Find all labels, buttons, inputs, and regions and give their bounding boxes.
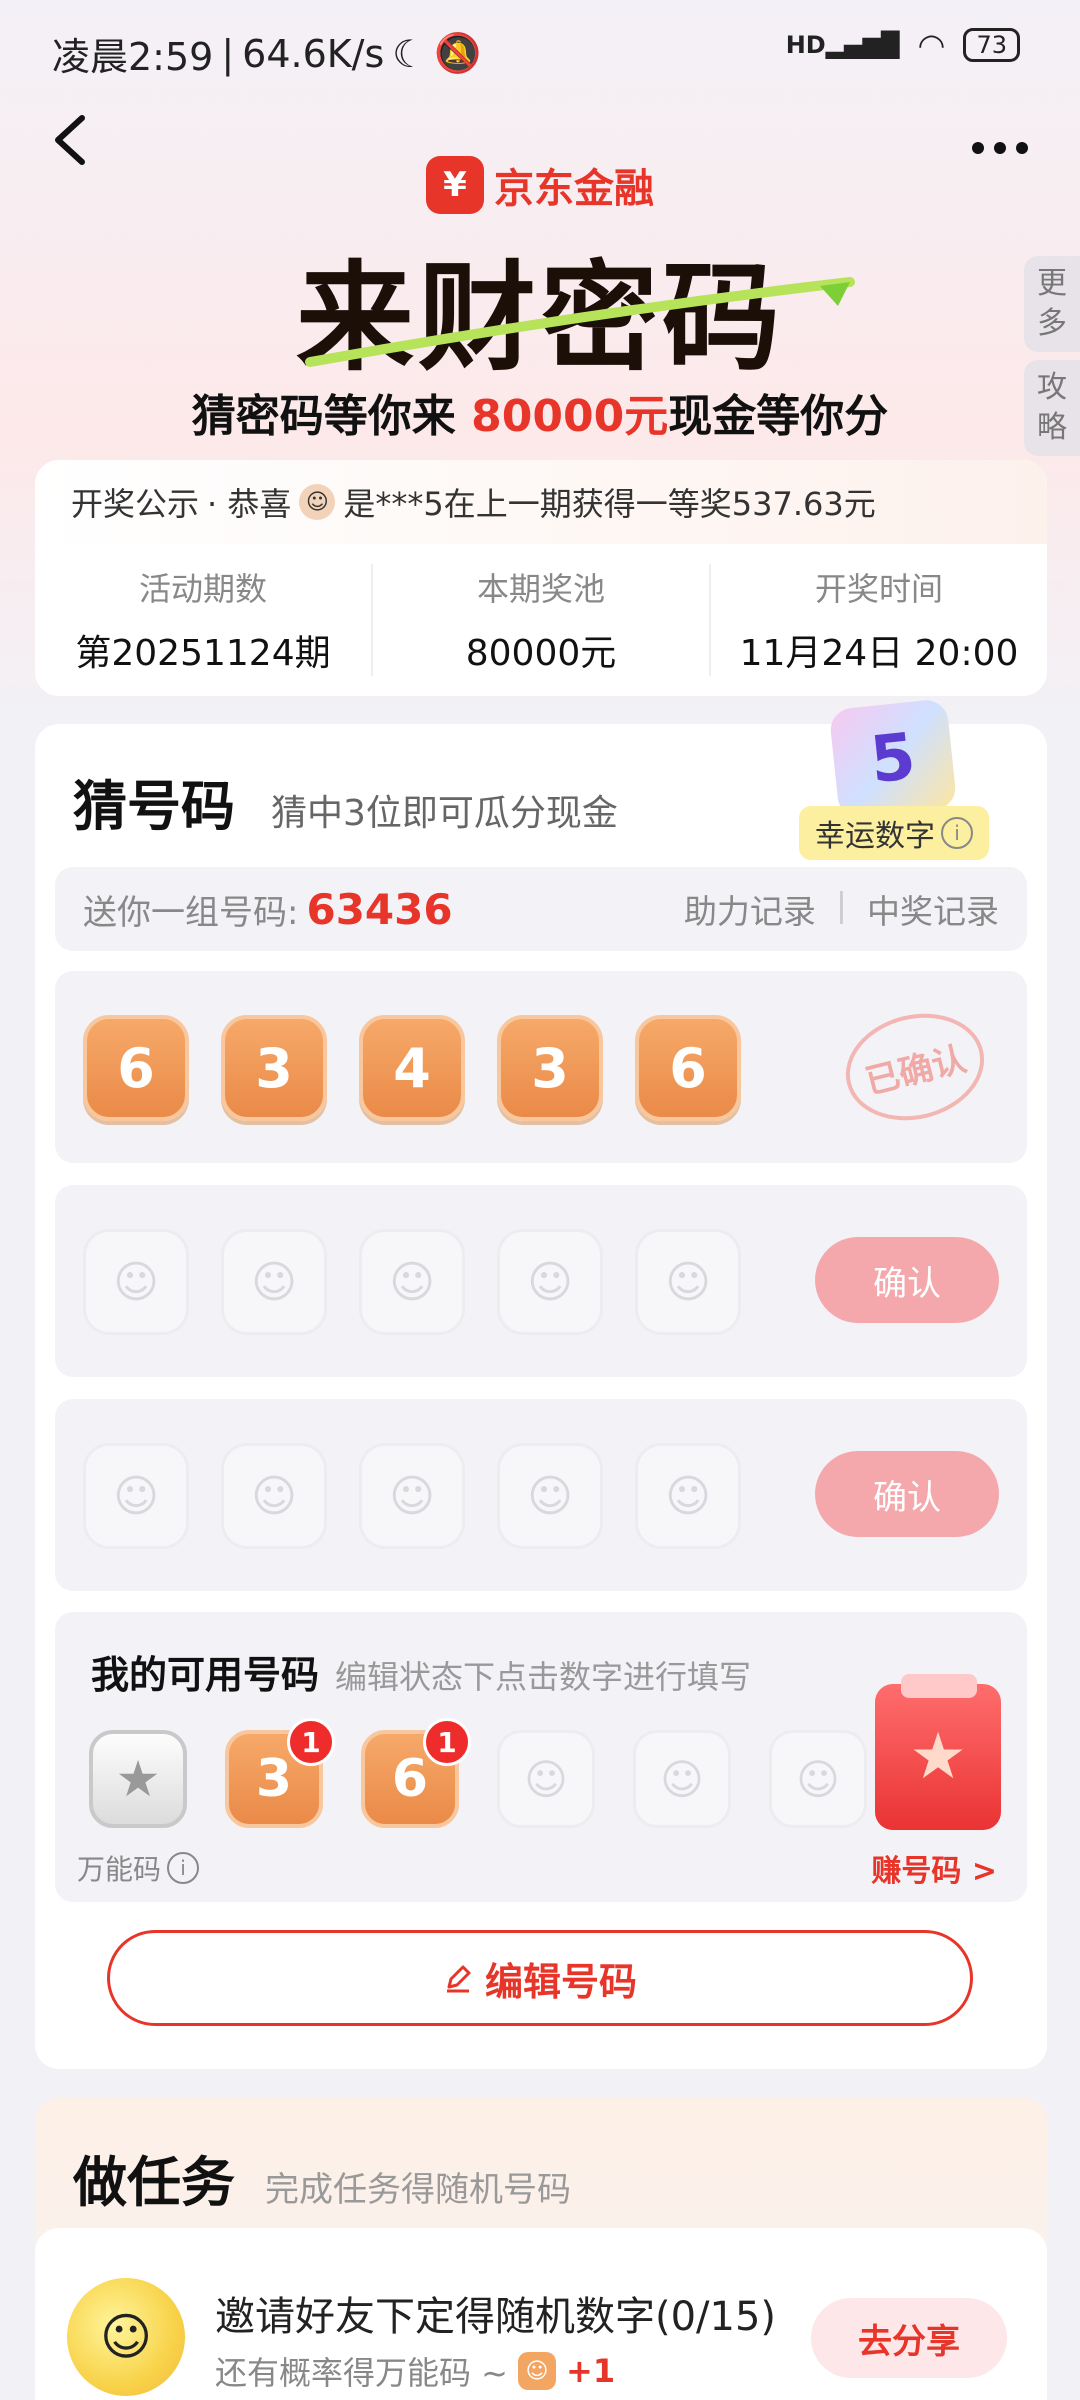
- empty-slot-smiley-icon: ☺: [497, 1730, 595, 1828]
- lucky-number[interactable]: 5 幸运数字 i: [799, 698, 999, 864]
- notice-label: 开奖公示: [71, 485, 200, 523]
- lucky-number-value: 5: [828, 698, 958, 820]
- digit-tile[interactable]: 3: [497, 1015, 603, 1121]
- info-icon[interactable]: i: [941, 817, 973, 849]
- task-item: ☺ 邀请好友下定得随机数字(0/15) 还有概率得万能码 ~ ☺ +1 去分享: [35, 2228, 1047, 2400]
- pencil-icon: [446, 1965, 471, 1993]
- empty-slot-smiley-icon[interactable]: ☺: [635, 1443, 741, 1549]
- avatar: ☺: [299, 484, 336, 520]
- moon-icon: ☾: [392, 31, 427, 76]
- task-subtitle: 完成任务得随机号码: [265, 2170, 571, 2210]
- confirm-button[interactable]: 确认: [815, 1451, 999, 1537]
- digit-tile[interactable]: 4: [359, 1015, 465, 1121]
- status-right: HD▂▄▆█ ◠ 73: [786, 26, 1020, 64]
- confirm-button[interactable]: 确认: [815, 1237, 999, 1323]
- lottery-info-card: 开奖公示 · 恭喜 ☺ 是***5在上一期获得一等奖537.63元 活动期数 第…: [35, 460, 1047, 696]
- side-tab-guide[interactable]: 攻略: [1024, 360, 1080, 456]
- guess-subtitle: 猜中3位即可瓜分现金: [271, 793, 618, 834]
- digit-tile[interactable]: 6: [83, 1015, 189, 1121]
- empty-slot-smiley-icon[interactable]: ☺: [83, 1229, 189, 1335]
- task-name: 邀请好友下定得随机数字(0/15): [215, 2294, 777, 2340]
- empty-slot-smiley-icon[interactable]: ☺: [359, 1229, 465, 1335]
- record-links: 助力记录 | 中奖记录: [683, 885, 999, 933]
- guess-row-2: ☺ ☺ ☺ ☺ ☺ 确认: [55, 1185, 1027, 1377]
- digit-tiles: 6 3 4 3 6: [83, 1015, 741, 1121]
- jd-logo-icon: ¥: [426, 156, 484, 214]
- smiley-icon: ☺: [67, 2278, 185, 2396]
- empty-slot-smiley-icon[interactable]: ☺: [221, 1443, 327, 1549]
- guess-title: 猜号码: [73, 777, 235, 837]
- available-header: 我的可用号码 编辑状态下点击数字进行填写: [91, 1644, 751, 1699]
- empty-slot-smiley-icon[interactable]: ☺: [497, 1229, 603, 1335]
- winner-notice[interactable]: 开奖公示 · 恭喜 ☺ 是***5在上一期获得一等奖537.63元: [35, 460, 1047, 544]
- mini-tile-icon: ☺: [518, 2352, 556, 2390]
- brand: ¥ 京东金融: [0, 156, 1080, 214]
- info-icon[interactable]: i: [167, 1852, 200, 1884]
- earn-number-card[interactable]: ★: [875, 1684, 1001, 1830]
- gift-code: 63436: [306, 884, 453, 934]
- empty-slot-smiley-icon[interactable]: ☺: [359, 1443, 465, 1549]
- digit-tile[interactable]: 3: [221, 1015, 327, 1121]
- pool-column: 本期奖池 80000元: [373, 564, 711, 676]
- guess-row-3: ☺ ☺ ☺ ☺ ☺ 确认: [55, 1399, 1027, 1591]
- digit-tile[interactable]: 6: [635, 1015, 741, 1121]
- wildcard-star-icon[interactable]: ★: [89, 1730, 187, 1828]
- available-digit-tile[interactable]: 3 1: [225, 1718, 335, 1828]
- available-subtitle: 编辑状态下点击数字进行填写: [335, 1658, 752, 1696]
- earn-number-link[interactable]: 赚号码 >: [871, 1846, 997, 1890]
- available-tiles: ★ 3 1 6 1 ☺ ☺ ☺: [89, 1718, 867, 1828]
- share-button[interactable]: 去分享: [811, 2298, 1007, 2378]
- gift-code-row: 送你一组号码: 63436 助力记录 | 中奖记录: [55, 867, 1027, 951]
- status-left: 凌晨2:59 | 64.6K/s ☾ 🔕: [52, 26, 482, 81]
- guess-header: 猜号码 猜中3位即可瓜分现金: [73, 762, 618, 841]
- empty-slot-smiley-icon[interactable]: ☺: [497, 1443, 603, 1549]
- lucky-label: 幸运数字 i: [799, 806, 989, 860]
- empty-slot-smiley-icon[interactable]: ☺: [83, 1443, 189, 1549]
- hero-subtitle: 猜密码等你来 80000元现金等你分: [191, 391, 889, 442]
- side-tab-more[interactable]: 更多: [1024, 256, 1080, 352]
- wildcard-label: 万能码 i: [77, 1848, 200, 1888]
- task-title: 做任务: [73, 2153, 235, 2213]
- signal-icon: HD▂▄▆█: [785, 31, 900, 59]
- pool-value: 80000元: [465, 633, 617, 674]
- task-header: 做任务 完成任务得随机号码: [73, 2138, 571, 2217]
- available-numbers: 我的可用号码 编辑状态下点击数字进行填写 ★ 3 1 6 1 ☺ ☺ ☺ 万能码…: [55, 1612, 1027, 1902]
- available-digit-tile[interactable]: 6 1: [361, 1718, 471, 1828]
- task-desc: 还有概率得万能码 ~ ☺ +1: [215, 2352, 616, 2392]
- empty-slot-smiley-icon: ☺: [633, 1730, 731, 1828]
- guess-number-card: 猜号码 猜中3位即可瓜分现金 5 幸运数字 i 送你一组号码: 63436 助力…: [35, 698, 1047, 2069]
- period-value: 第20251124期: [75, 633, 331, 674]
- available-title: 我的可用号码: [91, 1653, 320, 1697]
- help-record-link[interactable]: 助力记录: [684, 885, 816, 933]
- star-icon: ★: [909, 1720, 967, 1794]
- empty-slot-smiley-icon: ☺: [769, 1730, 867, 1828]
- status-speed: 64.6K/s: [242, 31, 385, 76]
- empty-slot-smiley-icon[interactable]: ☺: [221, 1229, 327, 1335]
- period-column: 活动期数 第20251124期: [35, 564, 373, 676]
- count-badge: 1: [423, 1718, 471, 1766]
- status-bar: 凌晨2:59 | 64.6K/s ☾ 🔕 HD▂▄▆█ ◠ 73: [0, 0, 1080, 100]
- status-time: 凌晨2:59: [52, 35, 214, 79]
- swoosh-arrow-icon: [305, 277, 855, 367]
- mute-bell-icon: 🔕: [434, 31, 482, 75]
- task-card: 做任务 完成任务得随机号码 ☺ 邀请好友下定得随机数字(0/15) 还有概率得万…: [35, 2098, 1047, 2400]
- empty-slot-smiley-icon[interactable]: ☺: [635, 1229, 741, 1335]
- digit-tiles: ☺ ☺ ☺ ☺ ☺: [83, 1443, 741, 1549]
- battery-icon: 73: [963, 28, 1020, 62]
- count-badge: 1: [287, 1718, 335, 1766]
- draw-time-column: 开奖时间 11月24日 20:00: [711, 564, 1047, 676]
- win-record-link[interactable]: 中奖记录: [867, 885, 999, 933]
- wifi-icon: ◠: [917, 26, 946, 64]
- draw-time-value: 11月24日 20:00: [739, 633, 1019, 674]
- digit-tiles: ☺ ☺ ☺ ☺ ☺: [83, 1229, 741, 1335]
- more-dots-icon: [972, 142, 1028, 154]
- card-clip: [901, 1674, 977, 1698]
- edit-number-button[interactable]: 编辑号码: [107, 1930, 973, 2026]
- confirmed-stamp: 已确认: [834, 999, 996, 1135]
- guess-row-1: 6 3 4 3 6 已确认: [55, 971, 1027, 1163]
- brand-name: 京东金融: [494, 167, 654, 211]
- info-columns: 活动期数 第20251124期 本期奖池 80000元 开奖时间 11月24日 …: [35, 544, 1047, 696]
